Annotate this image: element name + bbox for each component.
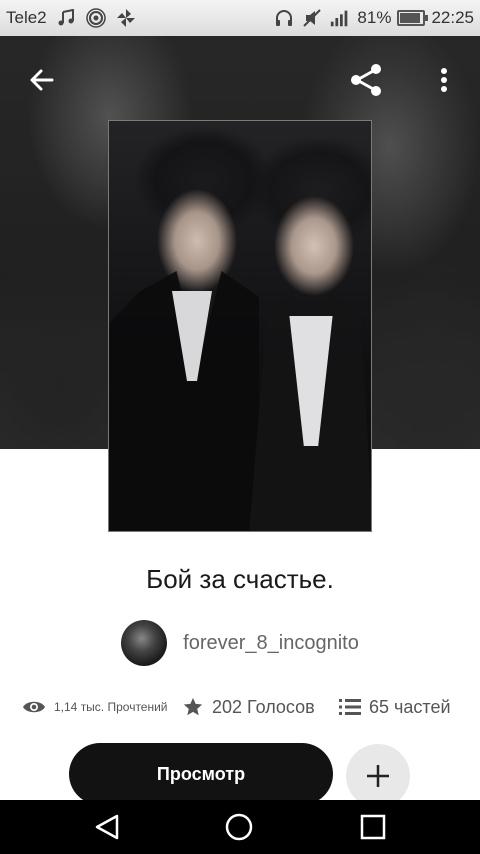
parts-stat: 65 частей: [339, 694, 451, 720]
author-link[interactable]: forever_8_incognito: [0, 620, 480, 666]
clock: 22:25: [431, 8, 474, 27]
mute-icon: [301, 7, 323, 29]
pinwheel-icon: [115, 7, 137, 29]
story-title: Бой за счастье.: [146, 564, 334, 594]
read-button[interactable]: Просмотр: [69, 743, 333, 805]
signal-icon: [329, 7, 351, 29]
headphones-icon: [273, 7, 295, 29]
share-button[interactable]: [344, 58, 388, 102]
star-icon: [183, 697, 203, 716]
arrow-left-icon: [30, 69, 54, 91]
hotspot-icon: [85, 7, 107, 29]
more-vertical-icon: [441, 68, 447, 92]
status-bar: Tele2 81% 22:25: [0, 0, 480, 36]
battery-percent: 81%: [357, 8, 392, 27]
plus-icon: [367, 765, 389, 787]
system-nav-bar: [0, 800, 480, 854]
nav-recents-button[interactable]: [357, 811, 389, 843]
share-icon: [351, 64, 381, 96]
eye-icon: [23, 701, 45, 713]
music-icon: [55, 7, 77, 29]
home-circle-icon: [225, 813, 253, 841]
story-cover-image: [108, 120, 372, 532]
read-button-label: Просмотр: [156, 763, 246, 784]
votes-count: 202 Голосов: [212, 696, 315, 717]
parts-count: 65 частей: [369, 696, 451, 717]
nav-home-button[interactable]: [223, 811, 255, 843]
reads-count: 1,14 тыс. Прочтений: [54, 700, 168, 714]
more-options-button[interactable]: [422, 58, 466, 102]
list-icon: [339, 699, 361, 715]
add-to-library-button[interactable]: [346, 744, 410, 808]
back-triangle-icon: [95, 814, 119, 840]
nav-back-button[interactable]: [91, 811, 123, 843]
carrier-label: Tele2: [6, 8, 47, 27]
back-button[interactable]: [20, 58, 64, 102]
reads-stat: 1,14 тыс. Прочтений: [22, 694, 168, 720]
battery-icon: [397, 10, 429, 26]
votes-stat: 202 Голосов: [182, 694, 315, 720]
recents-square-icon: [360, 814, 386, 840]
story-stats: 1,14 тыс. Прочтений 202 Голосов 65 часте…: [0, 694, 480, 720]
author-avatar[interactable]: [121, 620, 168, 666]
author-name[interactable]: forever_8_incognito: [183, 632, 359, 655]
